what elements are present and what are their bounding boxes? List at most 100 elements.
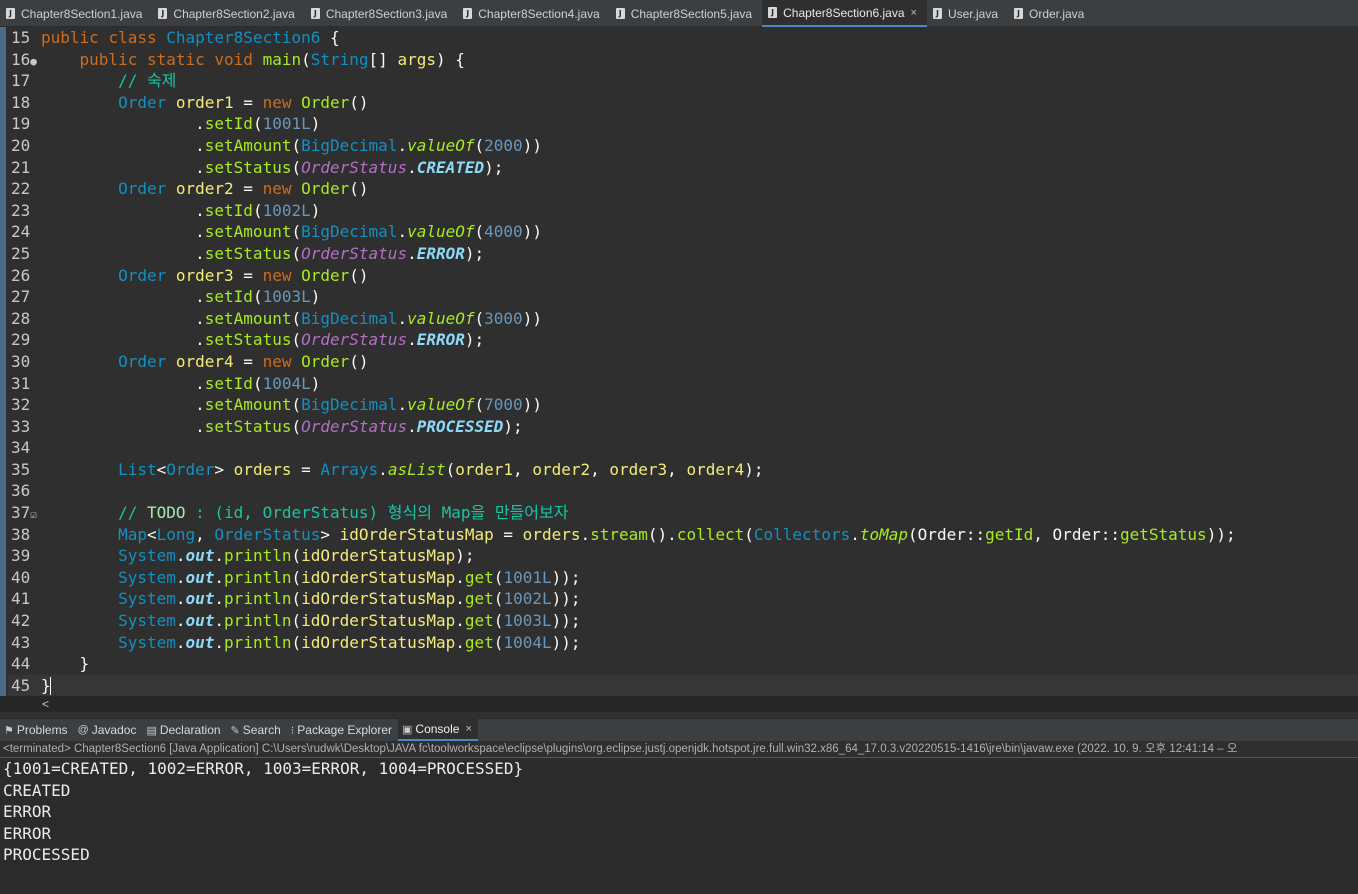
editor-tab-chapter8section4[interactable]: J Chapter8Section4.java <box>457 0 609 27</box>
editor-tab-chapter8section3[interactable]: J Chapter8Section3.java <box>305 0 457 27</box>
line-number-text: 43 <box>11 632 31 652</box>
code-token: get <box>464 611 494 631</box>
code-token: PROCESSED <box>416 416 504 436</box>
line-number: 30 <box>8 351 41 373</box>
editor-tab-label: Chapter8Section6.java <box>783 5 905 20</box>
editor-tab-label: Chapter8Section3.java <box>325 6 448 21</box>
scroll-left-icon[interactable]: < <box>42 696 49 712</box>
editor-horizontal-scrollbar[interactable]: < <box>0 696 1358 712</box>
task-marker-icon[interactable]: ☑ <box>30 508 37 521</box>
code-line[interactable]: 26 Order order3 = new Order() <box>8 265 1358 287</box>
code-line[interactable]: 41 System.out.println(idOrderStatusMap.g… <box>8 588 1358 610</box>
code-token: ( <box>291 567 302 587</box>
code-lines[interactable]: 15 public class Chapter8Section6 {16● pub… <box>8 27 1358 697</box>
view-tab-search[interactable]: ✎ Search <box>227 719 287 741</box>
code-token: { <box>330 28 340 47</box>
java-file-icon: J <box>310 8 320 19</box>
code-token: TODO <box>146 503 186 523</box>
line-number: 26 <box>8 265 41 287</box>
editor-tab-chapter8section6[interactable]: J Chapter8Section6.java × <box>762 0 927 27</box>
editor-tab-user[interactable]: J User.java <box>927 0 1008 27</box>
code-line[interactable]: 16● public static void main(String[] arg… <box>8 49 1358 71</box>
line-number-text: 15 <box>11 28 31 47</box>
code-line[interactable]: 45} <box>8 674 1358 697</box>
close-icon[interactable]: × <box>465 723 471 735</box>
view-tab-problems[interactable]: ⚑ Problems <box>0 719 74 741</box>
editor-tab-chapter8section1[interactable]: J Chapter8Section1.java <box>0 0 152 27</box>
code-line[interactable]: 17 // 숙제 <box>8 70 1358 92</box>
view-tab-console[interactable]: ▣ Console × <box>398 719 478 741</box>
view-tab-javadoc[interactable]: @ Javadoc <box>74 719 143 741</box>
code-token: ); <box>484 157 504 177</box>
code-line[interactable]: 29 .setStatus(OrderStatus.ERROR); <box>8 329 1358 351</box>
code-token: Order <box>301 265 350 285</box>
code-token: . <box>407 416 417 436</box>
code-line[interactable]: 32 .setAmount(BigDecimal.valueOf(7000)) <box>8 394 1358 416</box>
code-editor[interactable]: 15 public class Chapter8Section6 {16● pub… <box>0 27 1358 697</box>
code-token: Chapter8Section6 <box>166 28 330 47</box>
code-token: . <box>407 157 417 177</box>
code-line[interactable]: 39 System.out.println(idOrderStatusMap); <box>8 545 1358 567</box>
code-token: )) <box>522 395 542 415</box>
line-number: 20 <box>8 135 41 157</box>
code-line[interactable]: 24 .setAmount(BigDecimal.valueOf(4000)) <box>8 221 1358 243</box>
code-line[interactable]: 44 } <box>8 653 1358 675</box>
line-number-text: 34 <box>11 438 31 458</box>
code-line[interactable]: 28 .setAmount(BigDecimal.valueOf(3000)) <box>8 308 1358 330</box>
line-number-text: 28 <box>11 308 31 328</box>
code-token: ( <box>474 135 485 155</box>
code-line[interactable]: 42 System.out.println(idOrderStatusMap.g… <box>8 610 1358 632</box>
code-token: . <box>41 330 205 350</box>
code-line[interactable]: 43 System.out.println(idOrderStatusMap.g… <box>8 632 1358 654</box>
close-icon[interactable]: × <box>911 7 917 19</box>
code-token: . <box>214 589 225 609</box>
code-line[interactable]: 37☑ // TODO : (id, OrderStatus) 형식의 Map을… <box>8 502 1358 524</box>
code-line[interactable]: 36 <box>8 480 1358 502</box>
code-line[interactable]: 25 .setStatus(OrderStatus.ERROR); <box>8 243 1358 265</box>
code-token: valueOf <box>407 222 475 242</box>
console-output-line: ERROR <box>3 823 52 843</box>
code-token: . <box>455 611 465 631</box>
editor-tab-chapter8section5[interactable]: J Chapter8Section5.java <box>610 0 762 27</box>
line-number-text: 41 <box>11 589 31 609</box>
view-tab-declaration[interactable]: ▤ Declaration <box>142 719 226 741</box>
code-token: idOrderStatusMap <box>301 589 456 609</box>
console-output[interactable]: {1001=CREATED, 1002=ERROR, 1003=ERROR, 1… <box>0 758 1358 894</box>
code-line[interactable]: 38 Map<Long, OrderStatus> idOrderStatusM… <box>8 524 1358 546</box>
code-line[interactable]: 27 .setId(1003L) <box>8 286 1358 308</box>
line-number-text: 23 <box>11 200 31 220</box>
code-token: . <box>397 135 408 155</box>
editor-left-ruler <box>0 27 6 696</box>
code-line[interactable]: 35 List<Order> orders = Arrays.asList(or… <box>8 459 1358 481</box>
line-number-text: 27 <box>11 287 31 307</box>
view-tab-package-explorer[interactable]: ⁝ Package Explorer <box>287 719 398 741</box>
editor-tab-chapter8section2[interactable]: J Chapter8Section2.java <box>152 0 304 27</box>
line-number-text: 36 <box>11 481 31 501</box>
code-line[interactable]: 18 Order order1 = new Order() <box>8 92 1358 114</box>
editor-tab-order[interactable]: J Order.java <box>1008 0 1094 27</box>
code-token: . <box>175 589 186 609</box>
code-token: . <box>41 157 205 177</box>
code-line[interactable]: 30 Order order4 = new Order() <box>8 351 1358 373</box>
code-token: order4 <box>175 351 244 371</box>
fold-marker-icon[interactable]: ● <box>30 55 37 68</box>
code-line[interactable]: 34 <box>8 437 1358 459</box>
code-token: OrderStatus <box>301 157 408 177</box>
code-line[interactable]: 33 .setStatus(OrderStatus.PROCESSED); <box>8 416 1358 438</box>
code-line[interactable]: 31 .setId(1004L) <box>8 373 1358 395</box>
code-token: = <box>243 351 263 371</box>
code-token: . <box>455 632 465 652</box>
code-token: . <box>175 546 186 566</box>
code-token: idOrderStatusMap <box>339 524 504 544</box>
code-line[interactable]: 19 .setId(1001L) <box>8 113 1358 135</box>
code-line[interactable]: 40 System.out.println(idOrderStatusMap.g… <box>8 567 1358 589</box>
line-number-text: 44 <box>11 654 31 674</box>
code-token: , <box>513 459 533 479</box>
code-line[interactable]: 20 .setAmount(BigDecimal.valueOf(2000)) <box>8 135 1358 157</box>
code-line[interactable]: 22 Order order2 = new Order() <box>8 178 1358 200</box>
code-line[interactable]: 15 public class Chapter8Section6 { <box>8 27 1358 49</box>
code-line[interactable]: 23 .setId(1002L) <box>8 200 1358 222</box>
code-line[interactable]: 21 .setStatus(OrderStatus.CREATED); <box>8 157 1358 179</box>
code-token: orders <box>522 524 581 544</box>
